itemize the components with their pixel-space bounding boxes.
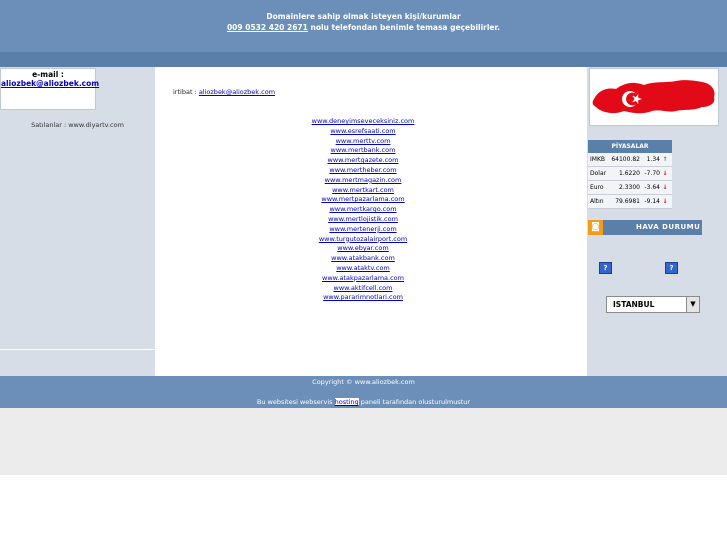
domain-link[interactable]: www.mertkart.com [300,186,426,196]
email-label: e-mail : [32,70,64,79]
domain-link[interactable]: www.mertpazarlama.com [300,195,426,205]
market-change: 1.34 [646,156,660,163]
arrow-down-icon: ↓ [662,184,668,191]
help-icon[interactable]: ? [665,262,678,274]
banner-line-2: 009 0532 420 2671 nolu telefondan beniml… [0,23,727,32]
market-table: PİYASALAR IMKB 64100.82 1.34 ↑ Dolar 1.6… [588,140,672,209]
turkey-flag-map [589,68,719,126]
market-change: -9.14 [644,198,660,205]
market-value: 1.6220 [619,170,640,177]
domain-link[interactable]: www.merttv.com [300,137,426,147]
chevron-down-icon[interactable]: ▼ [686,297,699,312]
left-sidebar-panel [0,133,155,350]
turkey-map-icon [592,80,715,114]
domain-link[interactable]: www.ebyar.com [300,244,426,254]
email-link[interactable]: aliozbek@aliozbek.com [1,79,99,88]
hosting-pre: Bu websitesi webservis [256,398,335,406]
copyright-text: Copyright © www.aliozbek.com [312,378,415,386]
footer: Copyright © www.aliozbek.com Bu websites… [0,376,727,408]
domain-link[interactable]: www.mertbank.com [300,146,426,156]
city-select-value: ISTANBUL [613,300,655,309]
bottom-band [0,408,727,475]
market-name: IMKB [590,156,605,163]
top-banner: Domainlere sahip olmak isteyen kişi/kuru… [0,0,727,52]
market-name: Dolar [590,170,607,177]
city-select[interactable]: ISTANBUL ▼ [606,296,700,313]
banner-line-1: Domainlere sahip olmak isteyen kişi/kuru… [266,12,461,21]
domain-link[interactable]: www.mertheber.com [300,166,426,176]
weather-title: HAVA DURUMU [636,223,701,231]
market-change: -3.64 [644,184,660,191]
market-row: Euro 2.3300 -3.64 ↓ [588,181,672,195]
market-row: Altın 79.6981 -9.14 ↓ [588,195,672,209]
domain-link[interactable]: www.mertgazete.com [300,156,426,166]
arrow-up-icon: ↑ [662,156,668,163]
domain-link[interactable]: www.deneyimseveceksiniz.com [300,117,426,127]
sub-band [0,52,727,67]
contact-line: irtibat : aliozbek@aliozbek.com [173,88,275,96]
domain-link[interactable]: www.mertkargo.com [300,205,426,215]
domain-link[interactable]: www.atakbank.com [300,254,426,264]
domain-link[interactable]: www.turgutozalairport.com [300,235,426,245]
market-title: PİYASALAR [588,140,672,153]
domain-link[interactable]: www.mertenerji.com [300,225,426,235]
email-box: e-mail : aliozbek@aliozbek.com [0,68,99,110]
market-name: Euro [590,184,604,191]
domain-link[interactable]: www.atakpazarlama.com [300,274,426,284]
rss-icon: ◙ [588,220,603,235]
arrow-down-icon: ↓ [662,170,668,177]
market-change: -7.70 [644,170,660,177]
market-value: 79.6981 [615,198,640,205]
domain-link[interactable]: www.mertmagazin.com [300,176,426,186]
domain-link[interactable]: www.pararimnotlari.com [300,293,426,303]
hosting-post: paneli tarafından olusturulmustur [358,398,471,406]
market-value: 64100.82 [611,156,640,163]
domain-link[interactable]: www.esrefsaati.com [300,127,426,137]
banner-line-2-text: nolu telefondan benimle temasa geçebilir… [307,23,501,32]
market-value: 2.3300 [619,184,640,191]
market-row: IMKB 64100.82 1.34 ↑ [588,153,672,167]
market-name: Altın [590,198,604,205]
domain-link[interactable]: www.mertlojistik.com [300,215,426,225]
contact-email-link[interactable]: aliozbek@aliozbek.com [199,88,275,96]
hosting-line: Bu websitesi webservis hosting paneli ta… [0,398,727,406]
help-icon[interactable]: ? [599,262,612,274]
market-row: Dolar 1.6220 -7.70 ↓ [588,167,672,181]
sold-domains-text: Satılanlar : www.diyartv.com [31,121,124,129]
contact-label: irtibat : [173,88,199,96]
weather-header: ◙ HAVA DURUMU [588,220,702,235]
domain-link[interactable]: www.aktifcell.com [300,284,426,294]
domain-link[interactable]: www.ataktv.com [300,264,426,274]
hosting-link[interactable]: hosting [334,398,359,406]
arrow-down-icon: ↓ [662,198,668,205]
banner-phone: 009 0532 420 2671 [226,23,308,32]
domain-link-list: www.deneyimseveceksiniz.com www.esrefsaa… [300,117,426,303]
